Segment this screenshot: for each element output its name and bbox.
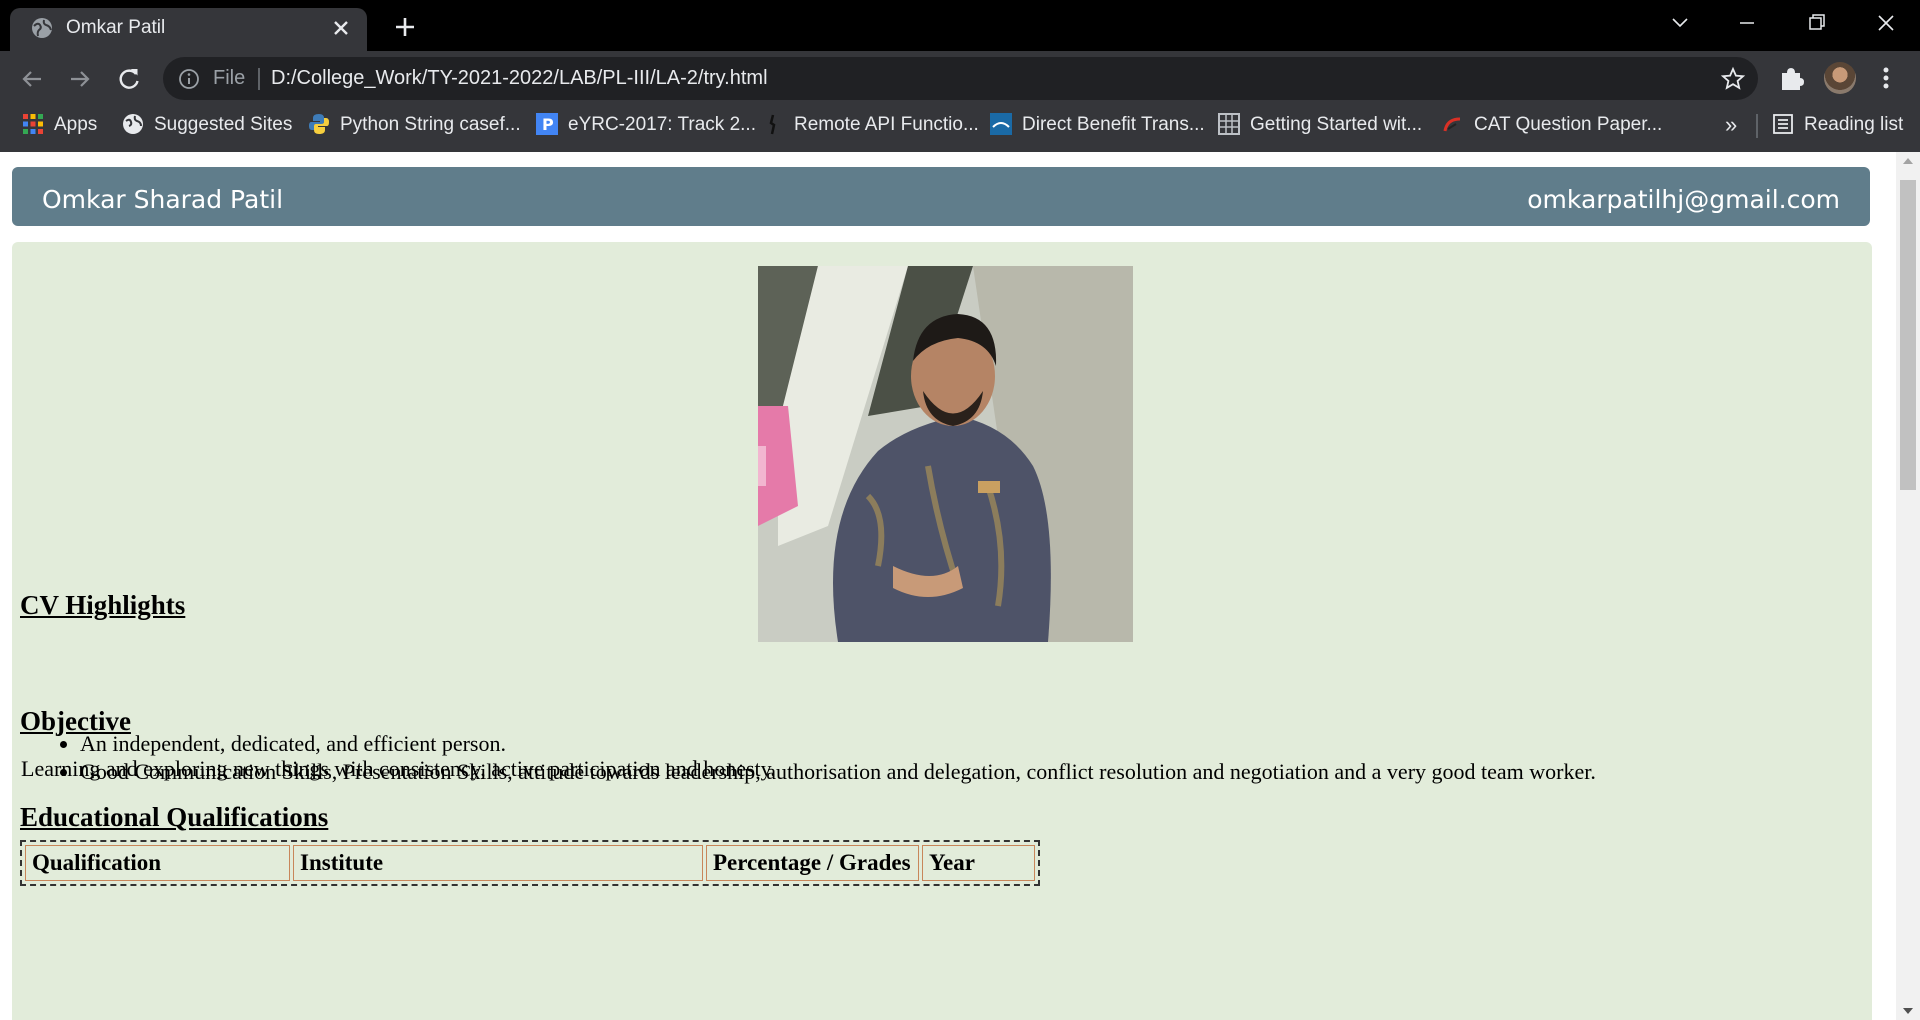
scroll-up-arrow-icon[interactable] [1903,158,1913,164]
scheme-label: File [213,67,246,89]
bookmark-label: Suggested Sites [154,114,293,135]
vertical-scrollbar[interactable] [1896,152,1920,1020]
bookmark-label: eYRC-2017: Track 2... [568,114,756,135]
list-item: An independent, dedicated, and efficient… [80,730,1596,758]
extensions-puzzle-icon[interactable] [1776,63,1806,93]
bookmark-label: Direct Benefit Trans... [1022,114,1205,135]
restore-icon[interactable] [1796,8,1836,38]
column-qualification: Qualification [25,845,290,881]
bookmark-eyrc[interactable]: P eYRC-2017: Track 2... [536,106,756,144]
bookmarks-overflow-button[interactable]: » [1725,106,1737,144]
apps-grid-icon [23,114,43,134]
header-email: omkarpatilhj@gmail.com [1527,185,1840,214]
profile-photo [758,266,1133,642]
more-menu-icon[interactable] [1876,62,1896,94]
grid-icon [1218,113,1240,135]
bookmark-getting-started[interactable]: Getting Started wit... [1218,106,1422,144]
education-heading: Educational Qualifications [20,802,329,832]
resume-header: Omkar Sharad Patil omkarpatilhj@gmail.co… [12,167,1870,226]
tab-title: Omkar Patil [66,17,166,38]
omnibox-divider [258,68,260,90]
cv-highlights-heading: CV Highlights [20,590,186,620]
browser-tab[interactable]: Omkar Patil [10,8,367,51]
browser-toolbar: File D:/College_Work/TY-2021-2022/LAB/PL… [0,51,1920,106]
objective-text: Learning and exploring new things with c… [21,756,776,781]
header-name: Omkar Sharad Patil [42,185,284,214]
column-institute: Institute [293,845,703,881]
bookmark-direct-benefit[interactable]: Direct Benefit Trans... [990,106,1205,144]
education-table: Qualification Institute Percentage / Gra… [20,840,1040,886]
minimize-icon[interactable] [1727,8,1767,38]
bookmark-cat-question[interactable]: CAT Question Paper... [1442,106,1662,144]
bookmarks-divider [1756,114,1758,138]
address-bar[interactable]: File D:/College_Work/TY-2021-2022/LAB/PL… [163,57,1758,100]
tab-search-icon[interactable] [1660,8,1700,38]
scroll-down-arrow-icon[interactable] [1903,1008,1913,1014]
globe-icon [123,114,143,134]
bookmark-label: CAT Question Paper... [1474,114,1663,135]
svg-text:P: P [542,115,554,134]
back-arrow-icon[interactable] [17,64,47,94]
url-text[interactable]: D:/College_Work/TY-2021-2022/LAB/PL-III/… [271,57,768,100]
objective-heading: Objective [20,706,131,736]
cat-icon [1443,117,1461,132]
column-year: Year [922,845,1035,881]
reading-list-label: Reading list [1804,114,1904,135]
resume-content: CV Highlights An independent, dedicated,… [12,242,1872,1020]
bookmark-label: Python String casef... [340,114,521,135]
reading-list-button[interactable]: Reading list [1772,106,1903,144]
figure-icon [769,114,776,135]
bookmark-star-icon[interactable] [1720,66,1746,92]
bookmark-label: Getting Started wit... [1250,114,1423,135]
p-badge-icon: P [536,113,558,135]
bookmark-python-string[interactable]: Python String casef... [308,106,521,144]
python-icon [309,114,329,134]
close-window-icon[interactable] [1866,8,1906,38]
new-tab-icon[interactable] [390,12,420,42]
bookmark-label: Apps [54,114,98,135]
column-percentage: Percentage / Grades [706,845,919,881]
reload-icon[interactable] [114,64,144,94]
bookmark-apps[interactable]: Apps [22,106,97,144]
page-viewport: Omkar Sharad Patil omkarpatilhj@gmail.co… [0,152,1920,1020]
dbt-icon [990,113,1012,135]
bookmark-remote-api[interactable]: Remote API Functio... [762,106,979,144]
scroll-thumb[interactable] [1900,180,1916,490]
profile-avatar[interactable] [1824,62,1856,94]
globe-icon [32,18,52,38]
bookmark-suggested-sites[interactable]: Suggested Sites [122,106,292,144]
reading-list-icon [1773,114,1793,134]
bookmarks-bar: Apps Suggested Sites Python String casef… [0,106,1920,152]
info-icon[interactable] [177,67,201,91]
bookmark-label: Remote API Functio... [794,114,979,135]
close-tab-icon[interactable] [329,16,353,40]
table-header-row: Qualification Institute Percentage / Gra… [25,845,1035,881]
title-bar: Omkar Patil [0,0,1920,51]
forward-arrow-icon[interactable] [65,64,95,94]
